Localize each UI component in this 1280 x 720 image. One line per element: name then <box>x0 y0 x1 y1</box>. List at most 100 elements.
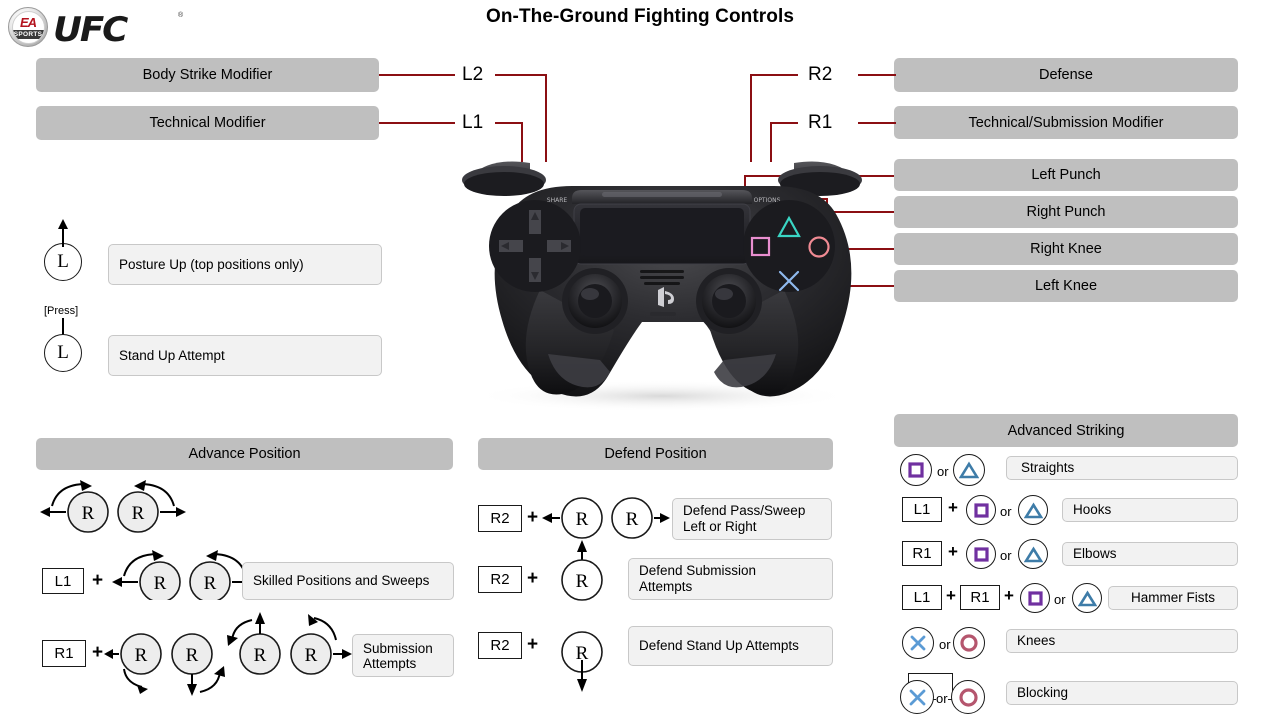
advance-row-1-sticks: R R <box>40 480 186 533</box>
bar-left-knee: Left Knee <box>894 270 1238 302</box>
bar-technical-submission-modifier: Technical/Submission Modifier <box>894 106 1238 139</box>
keybox-defend-r2-row1: R2 <box>478 505 522 532</box>
label-r1: R1 <box>808 112 833 133</box>
circle-button-icon <box>951 680 985 714</box>
or-label-row5: or <box>939 637 951 652</box>
left-stick-stand-up: L <box>44 334 82 372</box>
plus-defend-row1: + <box>527 507 539 528</box>
page-title: On-The-Ground Fighting Controls <box>485 6 795 27</box>
svg-text:R: R <box>132 503 145 524</box>
or-label-row1: or <box>937 464 949 479</box>
label-hammer-fists: Hammer Fists <box>1108 586 1238 610</box>
keybox-striking-r1-hammer: R1 <box>960 585 1000 610</box>
label-blocking: Blocking <box>1006 681 1238 705</box>
connector-r1-right <box>858 122 896 124</box>
or-label-row4: or <box>1054 592 1066 607</box>
left-stick-letter: L <box>57 342 69 363</box>
connector-r2-left <box>750 74 798 76</box>
label-defend-submission-attempts: Defend Submission Attempts <box>628 558 833 600</box>
connector-l2-right <box>495 74 547 76</box>
ea-sports-badge-icon: EA SPORTS <box>8 7 48 47</box>
defend-row-3-stick: R <box>561 631 603 692</box>
bar-left-punch: Left Punch <box>894 159 1238 191</box>
connector-l1-right <box>495 122 523 124</box>
heading-advance-position: Advance Position <box>36 438 453 470</box>
plus-defend-row2: + <box>527 568 539 589</box>
trademark-icon: ® <box>178 12 184 19</box>
label-knees: Knees <box>1006 629 1238 653</box>
bar-right-knee: Right Knee <box>894 233 1238 265</box>
plus-hooks: + <box>948 498 958 517</box>
or-label-row6: or <box>936 691 948 706</box>
keybox-striking-r1-elbows: R1 <box>902 541 942 566</box>
bar-body-strike-modifier: Body Strike Modifier <box>36 58 379 92</box>
svg-text:R: R <box>82 503 95 524</box>
label-hooks: Hooks <box>1062 498 1238 522</box>
triangle-button-icon <box>1072 583 1102 613</box>
label-l2: L2 <box>462 64 484 85</box>
keybox-advance-l1: L1 <box>42 568 84 594</box>
connector-r2-right <box>858 74 896 76</box>
svg-text:R: R <box>254 645 267 666</box>
square-button-icon <box>1020 583 1050 613</box>
svg-text:R: R <box>305 645 318 666</box>
plus-hammer-1: + <box>946 586 956 605</box>
plus-elbows: + <box>948 542 958 561</box>
heading-defend-position: Defend Position <box>478 438 833 470</box>
label-posture-up: Posture Up (top positions only) <box>108 244 382 285</box>
plus-defend-row3: + <box>527 634 539 655</box>
square-button-icon <box>966 539 996 569</box>
svg-text:R: R <box>186 645 199 666</box>
or-label-row2: or <box>1000 504 1012 519</box>
label-l1: L1 <box>462 112 484 133</box>
keybox-striking-l1-hammer: L1 <box>902 585 942 610</box>
circle-button-icon <box>953 627 985 659</box>
left-stick-posture-up: L <box>44 243 82 281</box>
label-skilled-positions-sweeps: Skilled Positions and Sweeps <box>242 562 454 600</box>
playstation-controller-image: SHARE OPTIONS <box>432 140 892 415</box>
advance-row-3-sticks: R R R R <box>104 612 352 696</box>
arrow-up-posture-icon <box>58 219 68 247</box>
label-defend-pass-sweep: Defend Pass/Sweep Left or Right <box>672 498 832 540</box>
sports-logo-text: SPORTS <box>12 29 44 39</box>
cross-button-icon <box>902 627 934 659</box>
bar-right-punch: Right Punch <box>894 196 1238 228</box>
connector-l2-left <box>379 74 455 76</box>
label-submission-attempts: Submission Attempts <box>352 634 454 677</box>
svg-text:R: R <box>154 573 167 594</box>
keybox-defend-r2-row3: R2 <box>478 632 522 659</box>
plus-advance-row2: + <box>92 570 104 591</box>
keybox-defend-r2-row2: R2 <box>478 566 522 593</box>
label-defend-stand-up-attempts: Defend Stand Up Attempts <box>628 626 833 666</box>
svg-text:R: R <box>576 571 589 592</box>
triangle-button-icon <box>953 454 985 486</box>
left-stick-letter: L <box>57 251 69 272</box>
keybox-advance-r1: R1 <box>42 640 86 667</box>
heading-advanced-striking: Advanced Striking <box>894 414 1238 447</box>
triangle-button-icon <box>1018 539 1048 569</box>
label-straights: Straights <box>1006 456 1238 480</box>
svg-text:R: R <box>204 573 217 594</box>
connector-l1-left <box>379 122 455 124</box>
ea-sports-ufc-logo: EA SPORTS UFC ® <box>8 6 184 50</box>
keybox-striking-l1-hooks: L1 <box>902 497 942 522</box>
cross-button-icon <box>900 680 934 714</box>
plus-hammer-2: + <box>1004 586 1014 605</box>
connector-r1-left <box>770 122 798 124</box>
ea-logo-text: EA <box>19 14 37 30</box>
bar-defense: Defense <box>894 58 1238 92</box>
square-button-icon <box>900 454 932 486</box>
label-r2: R2 <box>808 64 833 85</box>
ufc-wordmark: UFC <box>53 10 128 50</box>
press-indicator-label: [Press] <box>44 305 79 317</box>
svg-text:R: R <box>135 645 148 666</box>
controls-diagram-page: On-The-Ground Fighting Controls EA SPORT… <box>0 0 1280 720</box>
label-stand-up-attempt: Stand Up Attempt <box>108 335 382 376</box>
bar-technical-modifier: Technical Modifier <box>36 106 379 140</box>
plus-advance-row3: + <box>92 642 104 663</box>
triangle-button-icon <box>1018 495 1048 525</box>
defend-row-2-stick: R <box>561 540 603 601</box>
or-label-row3: or <box>1000 548 1012 563</box>
square-button-icon <box>966 495 996 525</box>
svg-text:R: R <box>626 509 639 530</box>
